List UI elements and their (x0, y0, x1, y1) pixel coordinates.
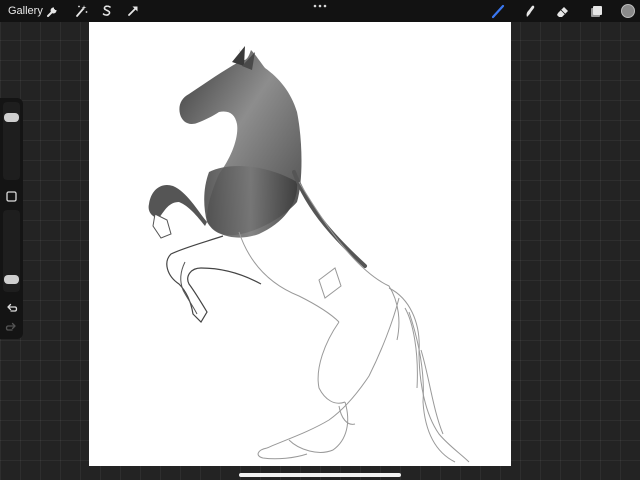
horse-chest-shade (204, 166, 298, 238)
square-icon[interactable] (5, 190, 18, 203)
color-swatch-icon[interactable] (620, 3, 636, 19)
redo-icon[interactable] (5, 321, 18, 334)
layers-icon[interactable] (588, 3, 604, 19)
brush-size-thumb[interactable] (4, 113, 19, 123)
smudge-icon[interactable] (522, 3, 538, 19)
opacity-slider[interactable] (3, 210, 20, 292)
wrench-icon[interactable] (45, 3, 61, 19)
horse-front-hoof-upper (152, 213, 172, 239)
magic-wand-icon[interactable] (73, 3, 89, 19)
horse-artwork (148, 46, 470, 463)
home-indicator[interactable] (239, 473, 401, 477)
procreate-app: Gallery (0, 0, 640, 480)
ellipsis-icon[interactable] (311, 3, 329, 11)
horse-mane-line (292, 170, 367, 268)
horse-ear-left (232, 46, 245, 66)
drawing-canvas[interactable] (89, 22, 511, 466)
opacity-thumb[interactable] (4, 274, 19, 284)
transform-arrow-icon[interactable] (125, 3, 141, 19)
undo-icon[interactable] (5, 302, 18, 315)
brush-size-slider[interactable] (3, 102, 20, 180)
left-sidebar (0, 98, 23, 339)
eraser-icon[interactable] (555, 3, 571, 19)
top-toolbar: Gallery (0, 0, 640, 22)
selection-icon[interactable] (99, 3, 115, 19)
brush-icon[interactable] (490, 3, 506, 19)
gallery-button[interactable]: Gallery (8, 3, 43, 19)
